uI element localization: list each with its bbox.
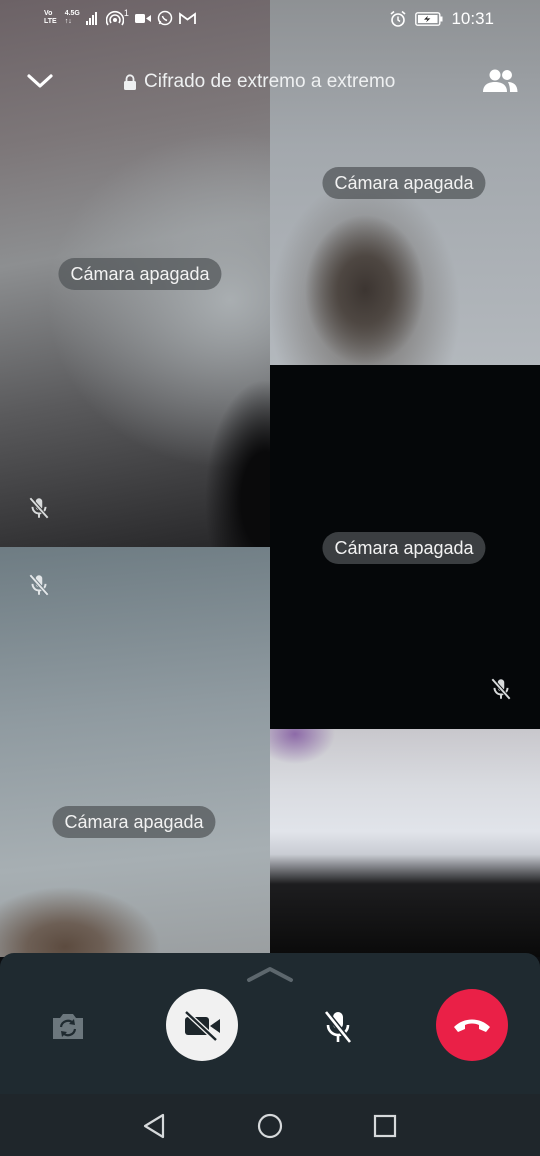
hotspot-icon xyxy=(105,10,124,26)
encryption-notice[interactable]: Cifrado de extremo a extremo xyxy=(123,71,395,93)
volte-icon: Vo LTE xyxy=(44,10,57,25)
gmail-icon xyxy=(179,11,196,24)
notification-count: 1 xyxy=(123,8,129,18)
navigation-bar xyxy=(0,1094,540,1156)
mic-off-icon xyxy=(28,574,50,596)
call-header: Cifrado de extremo a extremo xyxy=(0,60,540,104)
participant-tile-2[interactable]: Cámara apagada xyxy=(270,0,540,365)
status-bar: Vo LTE 4.5G ↑↓ 1 10:31 xyxy=(0,0,540,40)
alarm-icon xyxy=(390,10,406,27)
encryption-text: Cifrado de extremo a extremo xyxy=(144,71,396,92)
back-icon[interactable] xyxy=(142,1113,166,1139)
camera-off-label: Cámara apagada xyxy=(58,258,222,290)
camera-off-label: Cámara apagada xyxy=(322,167,486,199)
mic-off-icon[interactable] xyxy=(322,1009,354,1045)
participant-tile-4[interactable]: Cámara apagada xyxy=(0,547,270,957)
mic-off-icon xyxy=(490,678,512,700)
flip-camera-icon[interactable] xyxy=(50,1011,86,1041)
video-off-icon xyxy=(184,1010,220,1041)
signal-bars-icon xyxy=(85,12,97,25)
participant-tile-3[interactable]: Cámara apagada xyxy=(270,365,540,729)
camera-off-label: Cámara apagada xyxy=(52,806,216,838)
whatsapp-icon xyxy=(157,10,173,26)
call-controls-panel xyxy=(0,953,540,1094)
battery-charging-icon xyxy=(415,12,443,26)
chevron-up-icon[interactable] xyxy=(246,965,294,983)
lock-icon xyxy=(124,73,136,90)
home-icon[interactable] xyxy=(256,1112,284,1140)
end-call-icon xyxy=(454,1019,490,1032)
participant-tile-5[interactable] xyxy=(270,729,540,957)
clock: 10:31 xyxy=(451,9,494,28)
camera-off-label: Cámara apagada xyxy=(322,532,486,564)
end-call-button[interactable] xyxy=(436,989,508,1061)
mic-off-icon xyxy=(28,497,50,519)
recents-icon[interactable] xyxy=(372,1113,398,1139)
signal-icon: 4.5G ↑↓ xyxy=(64,10,80,25)
video-toggle-button[interactable] xyxy=(166,989,238,1061)
participants-icon[interactable] xyxy=(482,68,518,94)
chevron-down-icon[interactable] xyxy=(26,72,54,90)
video-recording-icon xyxy=(134,13,151,23)
